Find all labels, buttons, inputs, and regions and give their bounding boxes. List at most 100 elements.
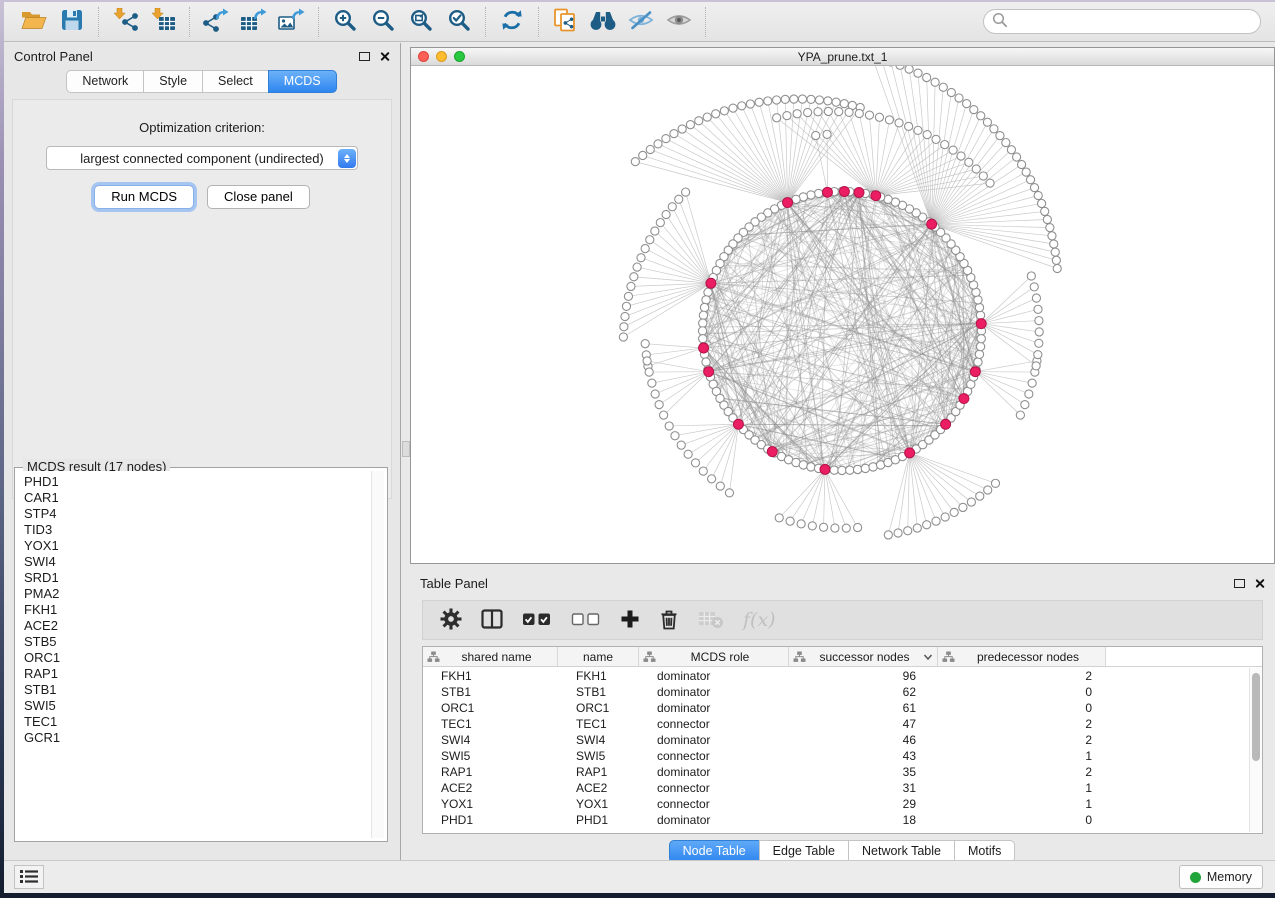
export-network-button[interactable] (199, 7, 233, 37)
show-all-button[interactable] (662, 7, 696, 37)
memory-status-icon (1190, 872, 1201, 883)
result-node-item[interactable]: FKH1 (24, 602, 371, 618)
table-scrollbar[interactable] (1249, 668, 1262, 832)
column-header-mcds-role[interactable]: MCDS role (639, 647, 789, 666)
mcds-hub-node (704, 367, 714, 377)
table-row[interactable]: TEC1TEC1connector472 (423, 716, 1249, 732)
float-table-panel-icon[interactable] (1234, 579, 1245, 588)
network-graph[interactable] (411, 66, 1274, 563)
table-row[interactable]: ACE2ACE2connector311 (423, 780, 1249, 796)
cell: dominator (639, 813, 789, 827)
column-header-predecessor-nodes[interactable]: predecessor nodes (938, 647, 1106, 666)
float-panel-icon[interactable] (359, 52, 370, 61)
run-mcds-button[interactable]: Run MCDS (94, 185, 194, 209)
cell: ORC1 (423, 701, 558, 715)
list-view-button[interactable] (14, 865, 44, 889)
close-table-panel-icon[interactable] (1254, 578, 1265, 589)
hide-selected-button[interactable] (624, 7, 658, 37)
cell: SWI5 (423, 749, 558, 763)
search-input[interactable] (1013, 15, 1252, 29)
search-box[interactable] (983, 9, 1261, 34)
function-builder-button: f(x) (743, 609, 776, 631)
table-scrollbar-thumb[interactable] (1252, 673, 1260, 761)
zoom-fit-button[interactable] (404, 7, 438, 37)
result-node-item[interactable]: PMA2 (24, 586, 371, 602)
add-column-button[interactable] (620, 609, 640, 632)
result-node-item[interactable]: TID3 (24, 522, 371, 538)
table-row[interactable]: RAP1RAP1dominator352 (423, 764, 1249, 780)
close-panel-button[interactable]: Close panel (207, 185, 310, 209)
column-header-successor-nodes[interactable]: successor nodes (789, 647, 938, 666)
result-node-item[interactable]: SWI4 (24, 554, 371, 570)
refresh-button[interactable] (495, 7, 529, 37)
result-node-item[interactable]: ORC1 (24, 650, 371, 666)
network-window-title: YPA_prune.txt_1 (411, 50, 1274, 64)
cell: dominator (639, 669, 789, 683)
cell: SWI4 (558, 733, 639, 747)
table-row[interactable]: STB1STB1dominator620 (423, 684, 1249, 700)
network-window-titlebar[interactable]: YPA_prune.txt_1 (411, 48, 1274, 66)
duplicate-network-button[interactable] (548, 7, 582, 37)
mcds-result-list[interactable]: PHD1CAR1STP4TID3YOX1SWI4SRD1PMA2FKH1ACE2… (18, 471, 371, 838)
optimization-criterion-label: Optimization criterion: (13, 120, 391, 135)
table-row[interactable]: SWI4SWI4dominator462 (423, 732, 1249, 748)
export-image-button[interactable] (275, 7, 309, 37)
mcds-hub-node (976, 319, 986, 329)
zoom-out-button[interactable] (366, 7, 400, 37)
cell: connector (639, 781, 789, 795)
result-node-item[interactable]: GCR1 (24, 730, 371, 746)
export-table-button[interactable] (237, 7, 271, 37)
result-node-item[interactable]: CAR1 (24, 490, 371, 506)
show-column-panel-button[interactable] (481, 609, 503, 632)
delete-column-button[interactable] (659, 608, 679, 633)
table-row[interactable]: YOX1YOX1connector291 (423, 796, 1249, 812)
zoom-selected-button[interactable] (442, 7, 476, 37)
mcds-hub-node (854, 188, 864, 198)
result-node-item[interactable]: STB5 (24, 634, 371, 650)
result-node-item[interactable]: TEC1 (24, 714, 371, 730)
table-row[interactable]: ORC1ORC1dominator610 (423, 700, 1249, 716)
column-header-name[interactable]: name (558, 647, 639, 666)
result-node-item[interactable]: ACE2 (24, 618, 371, 634)
close-panel-icon[interactable] (379, 51, 390, 62)
mcds-hub-node (822, 187, 832, 197)
cell: connector (639, 797, 789, 811)
splitter-grip[interactable] (402, 441, 410, 457)
select-all-button[interactable] (522, 611, 552, 630)
column-label: predecessor nodes (955, 650, 1101, 664)
tab-select[interactable]: Select (202, 70, 269, 93)
result-node-item[interactable]: PHD1 (24, 474, 371, 490)
result-node-item[interactable]: SRD1 (24, 570, 371, 586)
cell: ACE2 (423, 781, 558, 795)
toolbar-group (8, 7, 99, 37)
import-network-button[interactable] (108, 7, 142, 37)
result-node-item[interactable]: STB1 (24, 682, 371, 698)
deselect-all-button[interactable] (571, 611, 601, 630)
column-header-shared-name[interactable]: shared name (423, 647, 558, 666)
cell: 2 (938, 733, 1106, 747)
table-row[interactable]: SWI5SWI5connector431 (423, 748, 1249, 764)
zoom-in-button[interactable] (328, 7, 362, 37)
cell: dominator (639, 765, 789, 779)
first-neighbors-button[interactable] (586, 7, 620, 37)
zoom-in-icon (333, 8, 357, 35)
save-session-button[interactable] (55, 7, 89, 37)
open-file-button[interactable] (17, 7, 51, 37)
memory-label: Memory (1207, 870, 1252, 884)
criterion-select[interactable]: largest connected component (undirected) (46, 146, 358, 170)
tab-style[interactable]: Style (143, 70, 203, 93)
table-row[interactable]: PHD1PHD1dominator180 (423, 812, 1249, 828)
result-node-item[interactable]: YOX1 (24, 538, 371, 554)
cell: TEC1 (558, 717, 639, 731)
table-row[interactable]: FKH1FKH1dominator962 (423, 668, 1249, 684)
tab-mcds[interactable]: MCDS (268, 70, 337, 93)
result-list-scrollbar[interactable] (371, 471, 384, 838)
import-table-button[interactable] (146, 7, 180, 37)
result-node-item[interactable]: RAP1 (24, 666, 371, 682)
table-settings-button[interactable] (440, 608, 462, 633)
memory-button[interactable]: Memory (1179, 865, 1263, 889)
result-node-item[interactable]: SWI5 (24, 698, 371, 714)
network-canvas[interactable] (411, 66, 1274, 563)
tab-network[interactable]: Network (66, 70, 144, 93)
result-node-item[interactable]: STP4 (24, 506, 371, 522)
